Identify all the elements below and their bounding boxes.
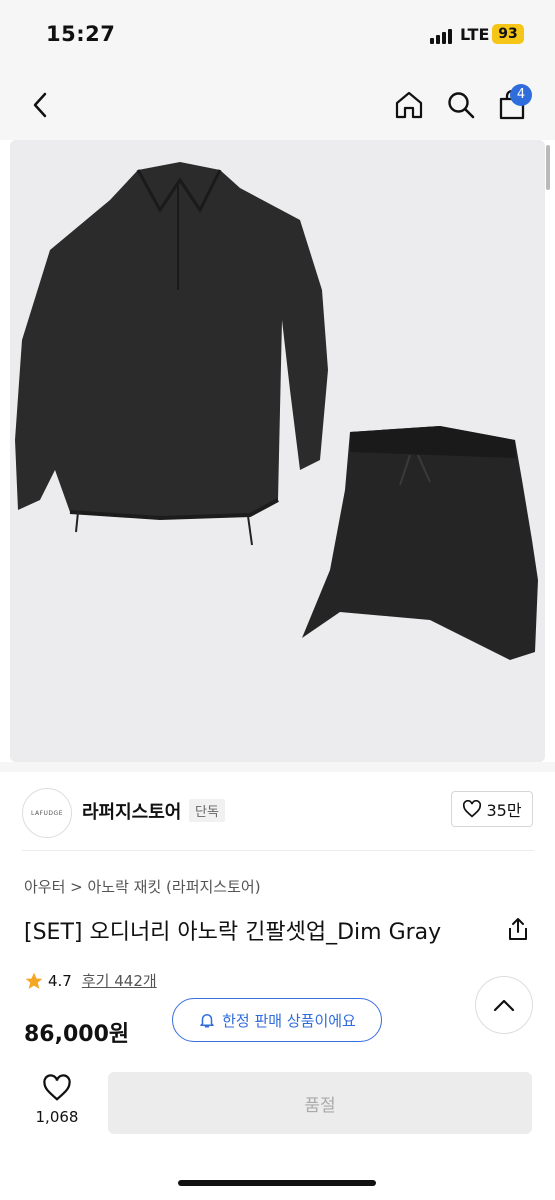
search-icon	[448, 92, 475, 119]
top-nav	[0, 70, 555, 140]
star-icon	[25, 972, 43, 989]
signal-icon	[430, 29, 452, 44]
review-link[interactable]: 후기 442개	[82, 970, 157, 991]
heart-icon	[463, 800, 482, 818]
store-like-button[interactable]: 35만	[451, 791, 533, 827]
share-button[interactable]	[506, 916, 530, 946]
image-bottom-strip	[0, 762, 555, 772]
rating-value: 4.7	[48, 971, 72, 990]
product-photo	[10, 140, 545, 762]
rating-row: 4.7 후기 442개	[24, 970, 157, 991]
network-label: LTE	[460, 25, 490, 44]
wishlist-button[interactable]: 1,068	[24, 1074, 90, 1126]
soldout-button[interactable]: 품절	[108, 1072, 532, 1134]
chevron-up-icon	[493, 999, 515, 1012]
scroll-top-button[interactable]	[475, 976, 533, 1034]
home-button[interactable]	[390, 86, 428, 124]
back-button[interactable]	[22, 86, 60, 124]
cart-count-badge: 4	[510, 84, 532, 106]
chevron-left-icon	[33, 92, 47, 118]
status-bar: 15:27 LTE 93	[0, 0, 555, 70]
store-name[interactable]: 라퍼지스토어	[82, 798, 181, 824]
product-image[interactable]	[10, 140, 545, 762]
limited-sale-badge[interactable]: 한정 판매 상품이에요	[172, 998, 382, 1042]
bell-icon	[200, 1014, 214, 1028]
limited-sale-label: 한정 판매 상품이에요	[222, 1011, 356, 1030]
heart-icon	[43, 1074, 71, 1101]
exclusive-badge: 단독	[189, 799, 225, 822]
breadcrumb[interactable]: 아우터 > 아노락 재킷 (라퍼지스토어)	[24, 876, 261, 897]
store-logo-text: LAFUDGE	[31, 809, 63, 817]
store-logo[interactable]: LAFUDGE	[22, 788, 72, 838]
share-icon	[509, 918, 527, 940]
divider	[22, 850, 534, 851]
scroll-indicator[interactable]	[546, 145, 550, 190]
store-like-count: 35만	[486, 801, 522, 820]
status-time: 15:27	[46, 22, 116, 46]
home-icon	[395, 91, 423, 119]
home-indicator	[178, 1180, 376, 1186]
wishlist-count: 1,068	[35, 1108, 79, 1126]
product-title: [SET] 오디너리 아노락 긴팔셋업_Dim Gray	[24, 920, 442, 945]
search-button[interactable]	[442, 86, 480, 124]
battery-icon: 93	[492, 24, 524, 44]
product-price: 86,000원	[24, 1022, 130, 1047]
